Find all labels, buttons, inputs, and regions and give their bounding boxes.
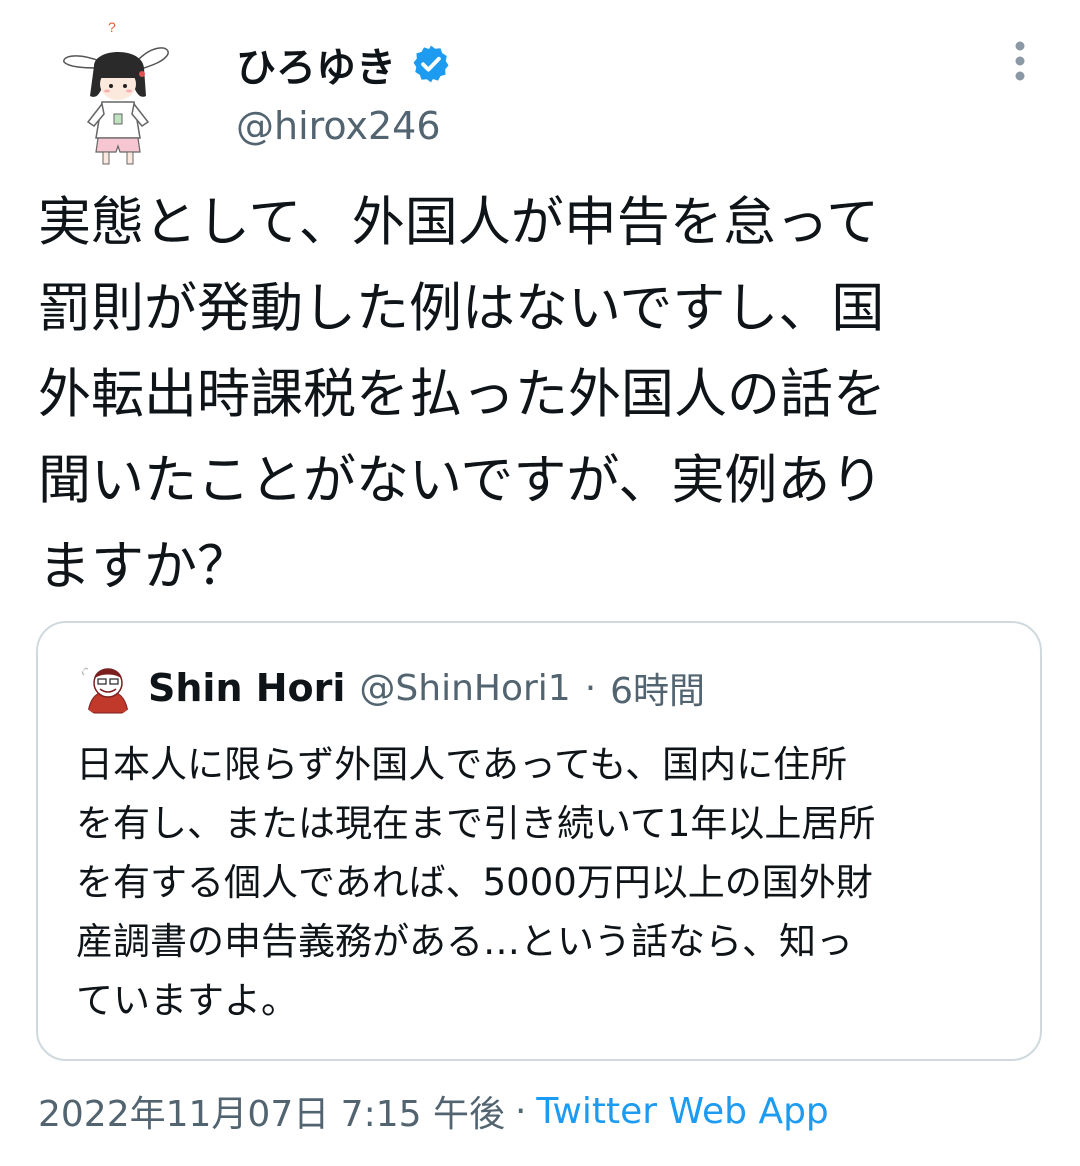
author-avatar[interactable]: ? — [58, 18, 178, 168]
quoted-author-avatar — [78, 657, 138, 717]
more-options-icon[interactable] — [1004, 40, 1036, 86]
bunny-ear-girl-avatar-icon: ? — [63, 19, 169, 165]
quoted-tweet[interactable]: Shin Hori @ShinHori1 · 6時間 日本人に限らず外国人であっ… — [36, 621, 1042, 1061]
author-handle[interactable]: @hirox246 — [236, 104, 441, 148]
author-name[interactable]: ひろゆき — [236, 35, 396, 93]
verified-badge-icon — [413, 45, 449, 83]
tweet-meta: 2022年11月07日 7:15 午後 · Twitter Web App — [38, 1086, 829, 1136]
tweet-source-link[interactable]: Twitter Web App — [536, 1091, 828, 1132]
dot-separator: · — [584, 667, 597, 709]
quoted-author-name[interactable]: Shin Hori — [148, 666, 345, 710]
tweet-timestamp[interactable]: 2022年11月07日 7:15 午後 — [38, 1085, 505, 1137]
quoted-tweet-text: 日本人に限らず外国人であっても、国内に住所 を有し、または現在まで引き続いて1年… — [76, 743, 876, 1022]
quoted-tweet-header: Shin Hori @ShinHori1 · 6時間 — [148, 663, 705, 713]
author-name-row: ひろゆき — [236, 36, 452, 92]
caricature-avatar-icon — [78, 657, 138, 717]
dot-separator: · — [514, 1090, 527, 1132]
quoted-author-handle[interactable]: @ShinHori1 — [359, 668, 570, 709]
tweet-text: 実態として、外国人が申告を怠って 罰則が発動した例はないですし、国 外転出時課税… — [38, 192, 886, 597]
svg-text:?: ? — [108, 19, 116, 35]
quoted-tweet-time[interactable]: 6時間 — [610, 662, 705, 714]
